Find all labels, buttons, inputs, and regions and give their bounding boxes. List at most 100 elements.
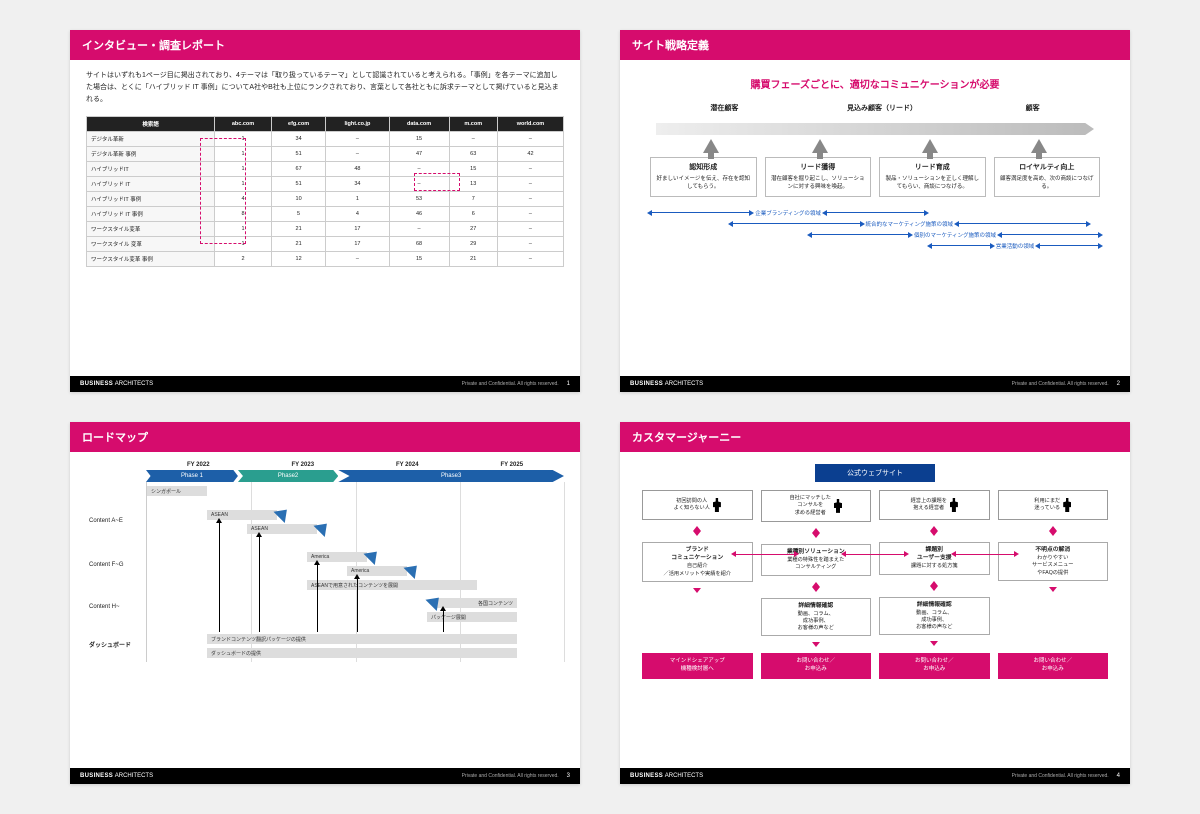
journey-box: ブランド コミュニケーション自己紹介 ／活用メリットや実績を紹介 (642, 542, 753, 582)
journey-box: 詳細情報確認動画、コラム、 成功事例、 お客様の声など (761, 598, 872, 637)
phase-chevron: Phase 1 (146, 470, 238, 482)
chevron-icon (313, 518, 332, 537)
bar-brand-pkg: ブランドコンテンツ翻訳パッケージの提供 (207, 634, 517, 644)
person-icon (1063, 498, 1071, 512)
person-icon (950, 498, 958, 512)
table-row: デジタル革新 事例151–476342 (87, 146, 564, 161)
journey-column: 経営上の課題を 抱える経営者課題別 ユーザー支援課題に対する処方箋詳細情報確認動… (879, 490, 990, 679)
slide-roadmap: ロードマップ FY 2022FY 2023FY 2024FY 2025 Phas… (70, 422, 580, 784)
cards-row: 認知形成好ましいイメージを伝え、存在を認知してもらう。リード獲得潜在顧客を掘り起… (650, 157, 1100, 197)
cta-box: マインドシェアアップ 機種検討層へ (642, 653, 753, 678)
persona-box: 経営上の課題を 抱える経営者 (879, 490, 990, 520)
bar-singapore: シンガポール (147, 486, 207, 496)
cta-box: お問い合わせ／ お申込み (879, 653, 990, 678)
cta-box: お問い合わせ／ お申込み (998, 653, 1109, 678)
journey-box: 業種別ソリューション業種の特殊性を踏まえた コンサルティング (761, 544, 872, 576)
vertical-arrow-icon (443, 610, 444, 632)
table-row: ハイブリッドIT16748–15– (87, 161, 564, 176)
hub-box: 公式ウェブサイト (815, 464, 935, 482)
slide-title: サイト戦略定義 (620, 30, 1130, 60)
table-row: ハイブリッド IT15134–13– (87, 176, 564, 191)
vertical-arrow-icon (317, 564, 318, 632)
page-number: 4 (1117, 773, 1120, 779)
headline: 購買フェーズごとに、適切なコミュニケーションが必要 (636, 76, 1114, 91)
persona-box: 自社にマッチした コンサルを 求める経営者 (761, 490, 872, 522)
slide-title: ロードマップ (70, 422, 580, 452)
range-indicator: 企業ブランディングの領域 (650, 209, 1100, 217)
journey-column: 利用にまだ 迷っている不明点の解消わかりやすい サービスメニュー やFAQの提供… (998, 490, 1109, 679)
bar-asean-expand: ASEANで用意されたコンテンツを展開 (307, 580, 477, 590)
table-header: data.com (389, 116, 449, 131)
double-arrow-icon (930, 581, 938, 591)
slide-footer: BUSINESS ARCHITECTS Private and Confiden… (70, 768, 580, 784)
chevron-icon (403, 560, 422, 579)
vertical-arrow-icon (219, 522, 220, 632)
slide-footer: BUSINESS ARCHITECTS Private and Confiden… (620, 376, 1130, 392)
table-header: 検索語 (87, 116, 215, 131)
range-indicator: 営業活動の領域 (650, 242, 1100, 250)
slide-footer: BUSINESS ARCHITECTS Private and Confiden… (70, 376, 580, 392)
down-arrow-icon (812, 642, 820, 647)
journey-box: 詳細情報確認動画、コラム、 成功事例、 お客様の声など (879, 597, 990, 636)
table-row: デジタル革新134–15–– (87, 131, 564, 146)
page-number: 2 (1117, 381, 1120, 387)
slide-footer: BUSINESS ARCHITECTS Private and Confiden… (620, 768, 1130, 784)
down-arrow-icon (693, 588, 701, 593)
table-row: ハイブリッドIT 事例4101537– (87, 191, 564, 206)
row-label: Content F~G (89, 562, 143, 568)
chevron-icon (273, 504, 292, 523)
brand-logo: BUSINESS ARCHITECTS (80, 381, 153, 387)
up-arrow-icon (812, 139, 828, 153)
up-arrows-row (656, 139, 1094, 153)
up-arrow-icon (703, 139, 719, 153)
row-label: ダッシュボード (89, 640, 143, 649)
up-arrow-icon (922, 139, 938, 153)
horizontal-connector (955, 554, 1015, 555)
table-row: ワークスタイル変革 事例212–1521– (87, 251, 564, 266)
journey-box: 不明点の解消わかりやすい サービスメニュー やFAQの提供 (998, 542, 1109, 581)
double-arrow-icon (930, 526, 938, 536)
horizontal-connector (735, 554, 795, 555)
slide-interview-report: インタビュー・調査レポート サイトはいずれも1ページ目に掲出されており、4テーマ… (70, 30, 580, 392)
range-indicator: 個別のマーケティング施策の領域 (650, 231, 1100, 239)
table-header: world.com (497, 116, 563, 131)
strategy-card: ロイヤルティ向上顧客満足度を高め、次の商談につなげる。 (994, 157, 1101, 197)
strategy-card: 認知形成好ましいイメージを伝え、存在を認知してもらう。 (650, 157, 757, 197)
slide-title: カスタマージャーニー (620, 422, 1130, 452)
table-header: light.co.jp (326, 116, 389, 131)
bar-kakkoku: 各国コンテンツ (437, 598, 517, 608)
bar-package: パッケージ展開 (427, 612, 517, 622)
roadmap-grid: Content A~E Content F~G Content H~ ダッシュボ… (146, 482, 564, 662)
table-header: m.com (449, 116, 497, 131)
double-arrow-icon (1049, 526, 1057, 536)
vertical-arrow-icon (259, 536, 260, 632)
horizontal-connector (845, 554, 905, 555)
row-label: Content H~ (89, 604, 143, 610)
phase-chevron: Phase2 (238, 470, 338, 482)
journey-columns: 初回訪問の人 よく知らない人ブランド コミュニケーション自己紹介 ／活用メリット… (642, 490, 1108, 679)
journey-column: 自社にマッチした コンサルを 求める経営者業種別ソリューション業種の特殊性を踏ま… (761, 490, 872, 679)
table-row: ワークスタイル変革12117–27– (87, 221, 564, 236)
up-arrow-icon (1031, 139, 1047, 153)
journey-column: 初回訪問の人 よく知らない人ブランド コミュニケーション自己紹介 ／活用メリット… (642, 490, 753, 679)
table-header: efg.com (271, 116, 325, 131)
strategy-card: リード育成製品・ソリューションを正しく理解してもらい、商談につなげる。 (879, 157, 986, 197)
phase-chevron: Phase3 (338, 470, 564, 482)
slide-customer-journey: カスタマージャーニー 公式ウェブサイト 初回訪問の人 よく知らない人ブランド コ… (620, 422, 1130, 784)
table-row: ハイブリッド IT 事例854466– (87, 206, 564, 221)
intro-text: サイトはいずれも1ページ目に掲出されており、4テーマは「取り扱っているテーマ」と… (86, 70, 564, 106)
range-indicator: 統合的なマーケティング施策の領域 (650, 220, 1100, 228)
down-arrow-icon (1049, 587, 1057, 592)
double-arrow-icon (693, 526, 701, 536)
journey-box: 課題別 ユーザー支援課題に対する処方箋 (879, 542, 990, 575)
page-number: 3 (567, 773, 570, 779)
persona-box: 利用にまだ 迷っている (998, 490, 1109, 520)
person-icon (834, 499, 842, 513)
table-row: ワークスタイル 変革121176829– (87, 236, 564, 251)
double-arrow-icon (812, 528, 820, 538)
strategy-card: リード獲得潜在顧客を掘り起こし、ソリューションに対する興味を喚起。 (765, 157, 872, 197)
slide-title: インタビュー・調査レポート (70, 30, 580, 60)
chevron-icon (363, 546, 382, 565)
persona-box: 初回訪問の人 よく知らない人 (642, 490, 753, 520)
row-label: Content A~E (89, 518, 143, 524)
